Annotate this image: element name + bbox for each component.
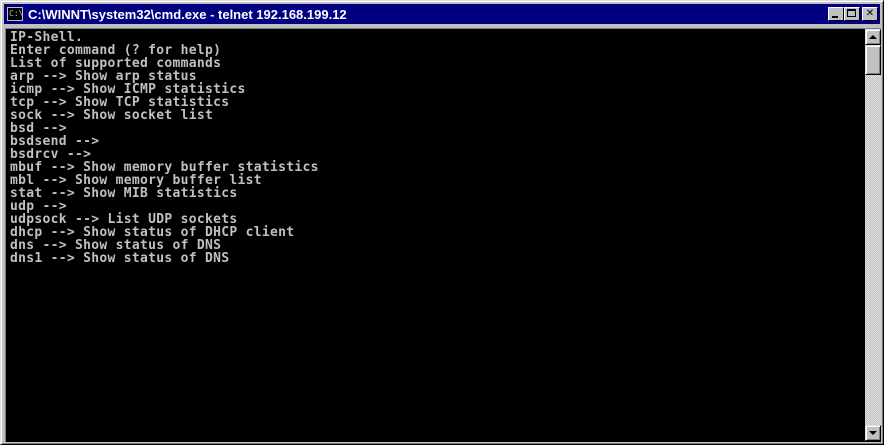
console-line: stat --> Show MIB statistics <box>10 186 238 201</box>
scroll-up-button[interactable] <box>865 29 881 45</box>
console-line: dns1 --> Show status of DNS <box>10 251 230 266</box>
scroll-down-button[interactable] <box>865 425 881 441</box>
minimize-icon <box>832 16 838 18</box>
title-bar[interactable]: C:\ C:\WINNT\system32\cmd.exe - telnet 1… <box>4 4 880 24</box>
maximize-icon <box>847 9 856 17</box>
console-line: sock --> Show socket list <box>10 108 214 123</box>
console-line: bsdsend --> <box>10 134 100 149</box>
scrollbar-thumb[interactable] <box>865 45 881 75</box>
console-line: bsd --> <box>10 121 67 136</box>
console-window: C:\ C:\WINNT\system32\cmd.exe - telnet 1… <box>0 0 884 445</box>
scroll-down-arrow-icon <box>869 431 877 435</box>
console-area[interactable]: IP-Shell. Enter command (? for help) List … <box>5 28 881 442</box>
maximize-button[interactable] <box>844 7 860 21</box>
vertical-scrollbar[interactable] <box>865 29 881 441</box>
window-title: C:\WINNT\system32\cmd.exe - telnet 192.1… <box>28 6 347 22</box>
scroll-up-arrow-icon <box>869 35 877 39</box>
minimize-button[interactable] <box>828 7 844 21</box>
caption-buttons: ✕ <box>828 7 878 21</box>
close-icon: ✕ <box>865 8 875 19</box>
cmd-icon[interactable]: C:\ <box>7 7 23 21</box>
console-output[interactable]: IP-Shell. Enter command (? for help) List … <box>10 31 860 441</box>
close-button[interactable]: ✕ <box>862 7 878 21</box>
